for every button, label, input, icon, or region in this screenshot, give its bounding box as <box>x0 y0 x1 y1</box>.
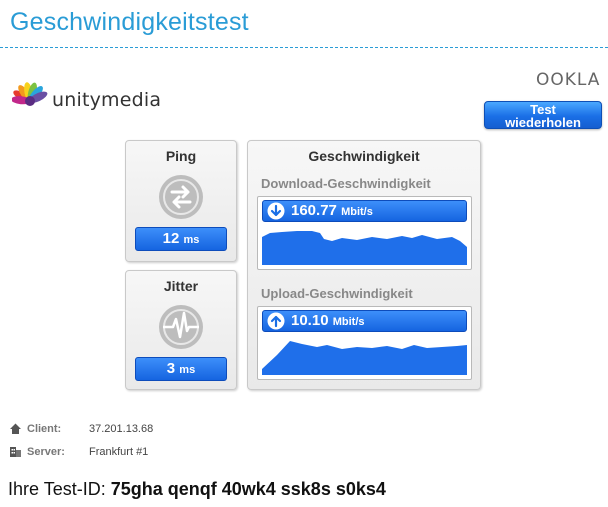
jitter-panel: Jitter 3 ms <box>125 270 237 390</box>
jitter-waveform-icon <box>159 305 203 349</box>
download-graph: 160.77 Mbit/s <box>257 196 472 270</box>
upload-label: Upload-Geschwindigkeit <box>261 286 413 301</box>
download-arrow-icon <box>267 202 285 220</box>
upload-graph: 10.10 Mbit/s <box>257 306 472 380</box>
server-info: Server: Frankfurt #1 <box>9 445 148 458</box>
page-title: Geschwindigkeitstest <box>10 8 249 36</box>
retest-button[interactable]: Test wiederholen <box>484 101 602 129</box>
download-speed-graph <box>262 231 467 265</box>
ping-number: 12 <box>162 230 180 247</box>
ookla-logo: OOKLA <box>536 70 601 90</box>
upload-number: 10.10 <box>291 312 329 329</box>
ping-title: Ping <box>165 148 197 164</box>
server-label: Server: <box>27 445 65 458</box>
upload-unit: Mbit/s <box>332 316 365 328</box>
test-id-label: Ihre Test-ID: <box>8 479 106 499</box>
test-id-value[interactable]: 75gha qenqf 40wk4 ssk8s s0ks4 <box>111 479 386 499</box>
unitymedia-logo: unitymedia <box>12 80 161 120</box>
ping-panel: Ping 12 ms <box>125 140 237 262</box>
client-info: Client: 37.201.13.68 <box>9 422 153 435</box>
download-unit: Mbit/s <box>341 206 373 218</box>
download-value: 160.77 Mbit/s <box>262 200 467 222</box>
test-id: Ihre Test-ID: 75gha qenqf 40wk4 ssk8s s0… <box>8 479 386 500</box>
download-number: 160.77 <box>291 202 337 219</box>
speed-title: Geschwindigkeit <box>308 148 420 164</box>
speed-panel: Geschwindigkeit Download-Geschwindigkeit… <box>247 140 481 390</box>
ping-value: 12 ms <box>135 227 227 251</box>
upload-value: 10.10 Mbit/s <box>262 310 467 332</box>
home-icon <box>10 423 21 434</box>
upload-speed-graph <box>262 341 467 375</box>
ping-unit: ms <box>183 234 200 246</box>
ping-arrows-icon <box>159 175 203 219</box>
jitter-unit: ms <box>179 364 196 376</box>
retest-label-line2: wiederholen <box>505 115 581 130</box>
download-label: Download-Geschwindigkeit <box>261 176 431 191</box>
upload-arrow-icon <box>267 312 285 330</box>
client-ip: 37.201.13.68 <box>89 422 154 435</box>
client-label: Client: <box>27 422 62 435</box>
unitymedia-flower-icon <box>12 82 48 106</box>
jitter-number: 3 <box>166 360 176 377</box>
title-divider <box>0 47 608 48</box>
jitter-value: 3 ms <box>135 357 227 381</box>
brand-name: unitymedia <box>52 89 162 111</box>
building-icon <box>10 447 21 457</box>
server-location: Frankfurt #1 <box>89 445 149 458</box>
jitter-title: Jitter <box>163 278 199 294</box>
